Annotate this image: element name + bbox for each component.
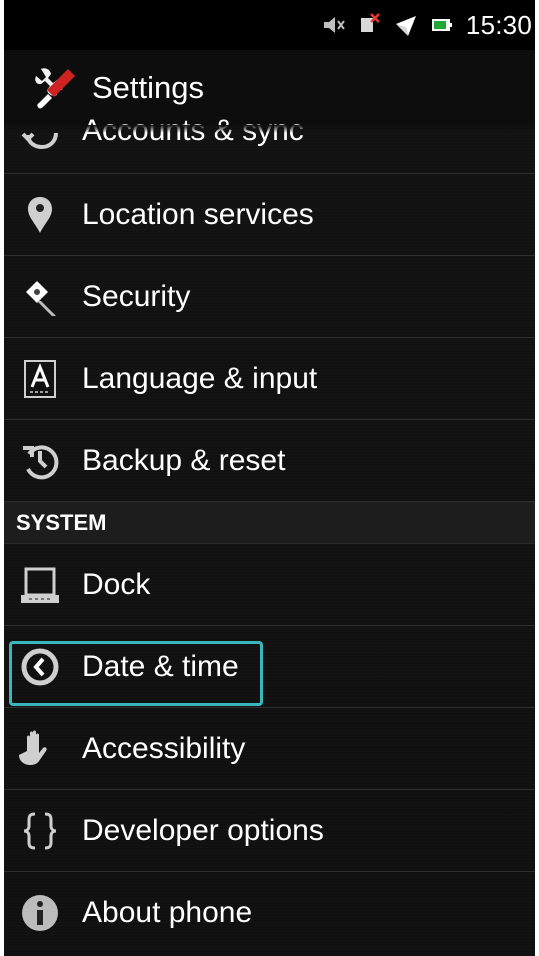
clock-icon: [18, 645, 62, 689]
mute-icon: [322, 13, 346, 37]
settings-item-backup-reset[interactable]: Backup & reset: [4, 420, 535, 502]
settings-item-about-phone[interactable]: About phone: [4, 872, 535, 954]
status-time: 15:30: [465, 9, 532, 40]
info-icon: [18, 891, 62, 935]
language-icon: [18, 357, 62, 401]
section-header-system: SYSTEM: [4, 502, 535, 544]
settings-item-label: Backup & reset: [82, 443, 286, 477]
settings-item-label: Accessibility: [82, 731, 246, 765]
sync-icon: [18, 109, 62, 153]
status-bar: 15:30: [4, 0, 535, 50]
signal-off-icon: [358, 13, 382, 37]
phone-screen: 15:30 Settings Accounts & sync Location …: [4, 0, 535, 956]
lock-key-icon: [18, 275, 62, 319]
settings-item-accessibility[interactable]: Accessibility: [4, 708, 535, 790]
braces-icon: [18, 809, 62, 853]
airplane-icon: [394, 13, 418, 37]
settings-item-label: Dock: [82, 567, 151, 601]
settings-item-date-time[interactable]: Date & time: [4, 626, 535, 708]
hand-icon: [18, 727, 62, 771]
settings-item-label: Developer options: [82, 813, 324, 847]
settings-item-label: Accounts & sync: [82, 113, 304, 147]
settings-item-label: Date & time: [82, 649, 239, 683]
settings-item-label: Location services: [82, 197, 314, 231]
settings-item-dock[interactable]: Dock: [4, 544, 535, 626]
settings-item-security[interactable]: Security: [4, 256, 535, 338]
backup-icon: [18, 439, 62, 483]
settings-item-language-input[interactable]: Language & input: [4, 338, 535, 420]
settings-item-accounts-sync[interactable]: Accounts & sync: [4, 92, 535, 174]
settings-item-label: Language & input: [82, 361, 318, 395]
dock-icon: [18, 563, 62, 607]
location-icon: [18, 193, 62, 237]
settings-list: Accounts & sync Location services Securi…: [4, 92, 535, 954]
settings-item-label: About phone: [82, 896, 253, 929]
settings-item-location-services[interactable]: Location services: [4, 174, 535, 256]
settings-item-developer-options[interactable]: Developer options: [4, 790, 535, 872]
battery-icon: [430, 13, 454, 37]
settings-item-label: Security: [82, 279, 191, 313]
